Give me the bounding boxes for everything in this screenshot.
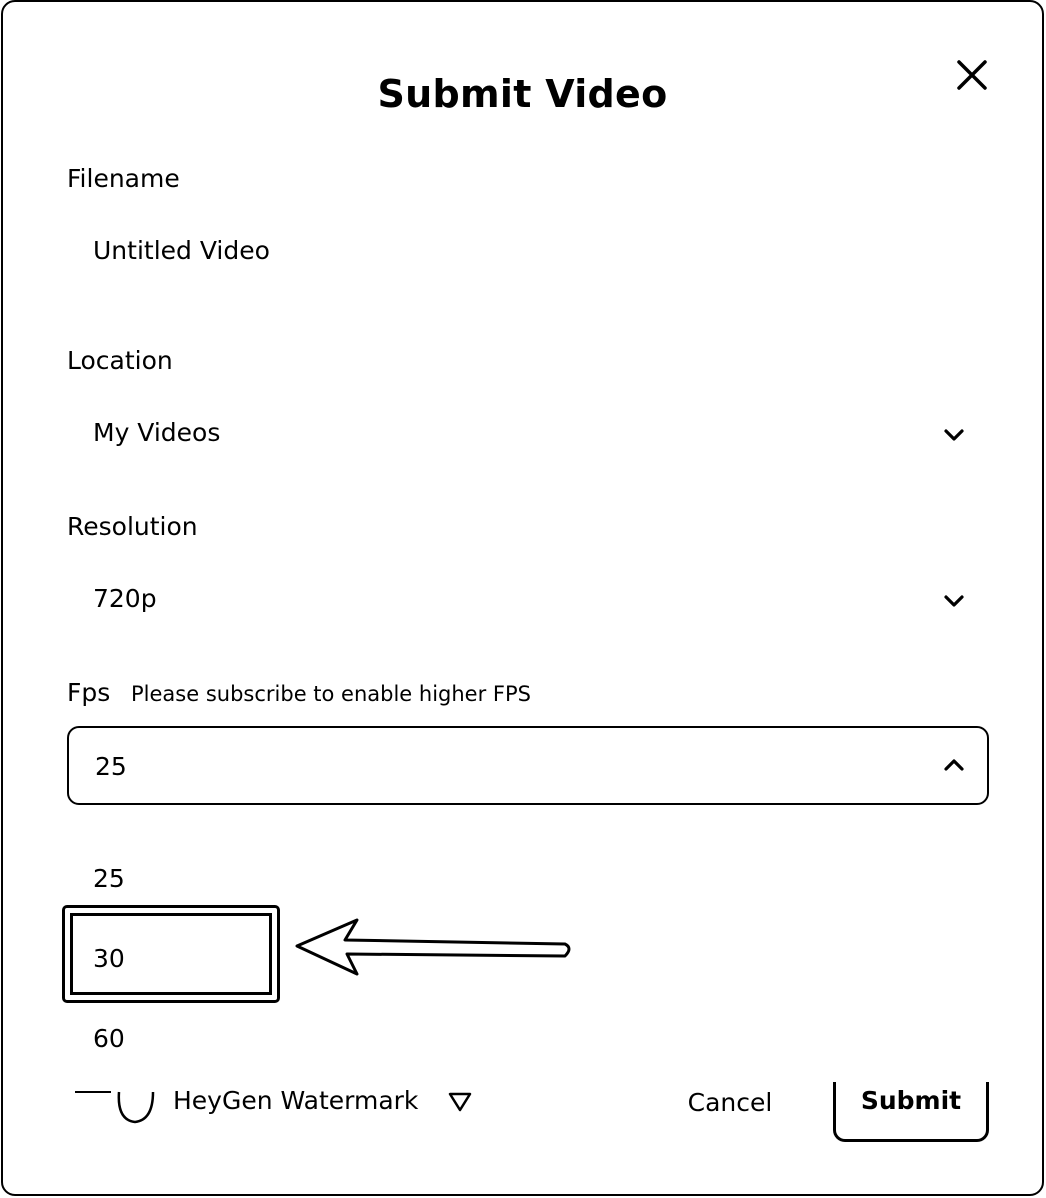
chevron-down-icon: [944, 595, 964, 607]
cancel-button[interactable]: Cancel: [663, 1080, 797, 1130]
fps-option-30[interactable]: 30: [93, 944, 125, 973]
chevron-up-icon: [944, 759, 964, 771]
submit-button[interactable]: Submit: [833, 1082, 989, 1142]
submit-video-dialog: Submit Video Filename Untitled Video Loc…: [1, 0, 1044, 1196]
filename-value: Untitled Video: [93, 236, 270, 265]
filename-label: Filename: [67, 164, 180, 193]
fps-select[interactable]: 25: [67, 726, 989, 805]
fps-option-60[interactable]: 60: [93, 1024, 125, 1053]
resolution-select[interactable]: 720p: [67, 572, 989, 624]
fps-subscribe-note: Please subscribe to enable higher FPS: [131, 682, 531, 706]
watermark-label: HeyGen Watermark: [173, 1086, 419, 1115]
resolution-value: 720p: [93, 584, 157, 613]
fps-selected-value: 25: [95, 752, 127, 781]
fps-label: Fps: [67, 678, 111, 707]
filename-input[interactable]: Untitled Video: [67, 224, 989, 276]
close-button[interactable]: [951, 54, 993, 96]
close-icon: [957, 60, 987, 90]
location-label: Location: [67, 346, 173, 375]
resolution-label: Resolution: [67, 512, 198, 541]
location-select[interactable]: My Videos: [67, 406, 989, 458]
location-value: My Videos: [93, 418, 221, 447]
fps-option-25[interactable]: 25: [93, 864, 125, 893]
dialog-title: Submit Video: [377, 72, 668, 116]
chevron-down-icon: [944, 429, 964, 441]
arrow-left-icon: [295, 918, 571, 976]
info-icon[interactable]: [447, 1090, 473, 1114]
watermark-toggle[interactable]: [73, 1082, 157, 1126]
